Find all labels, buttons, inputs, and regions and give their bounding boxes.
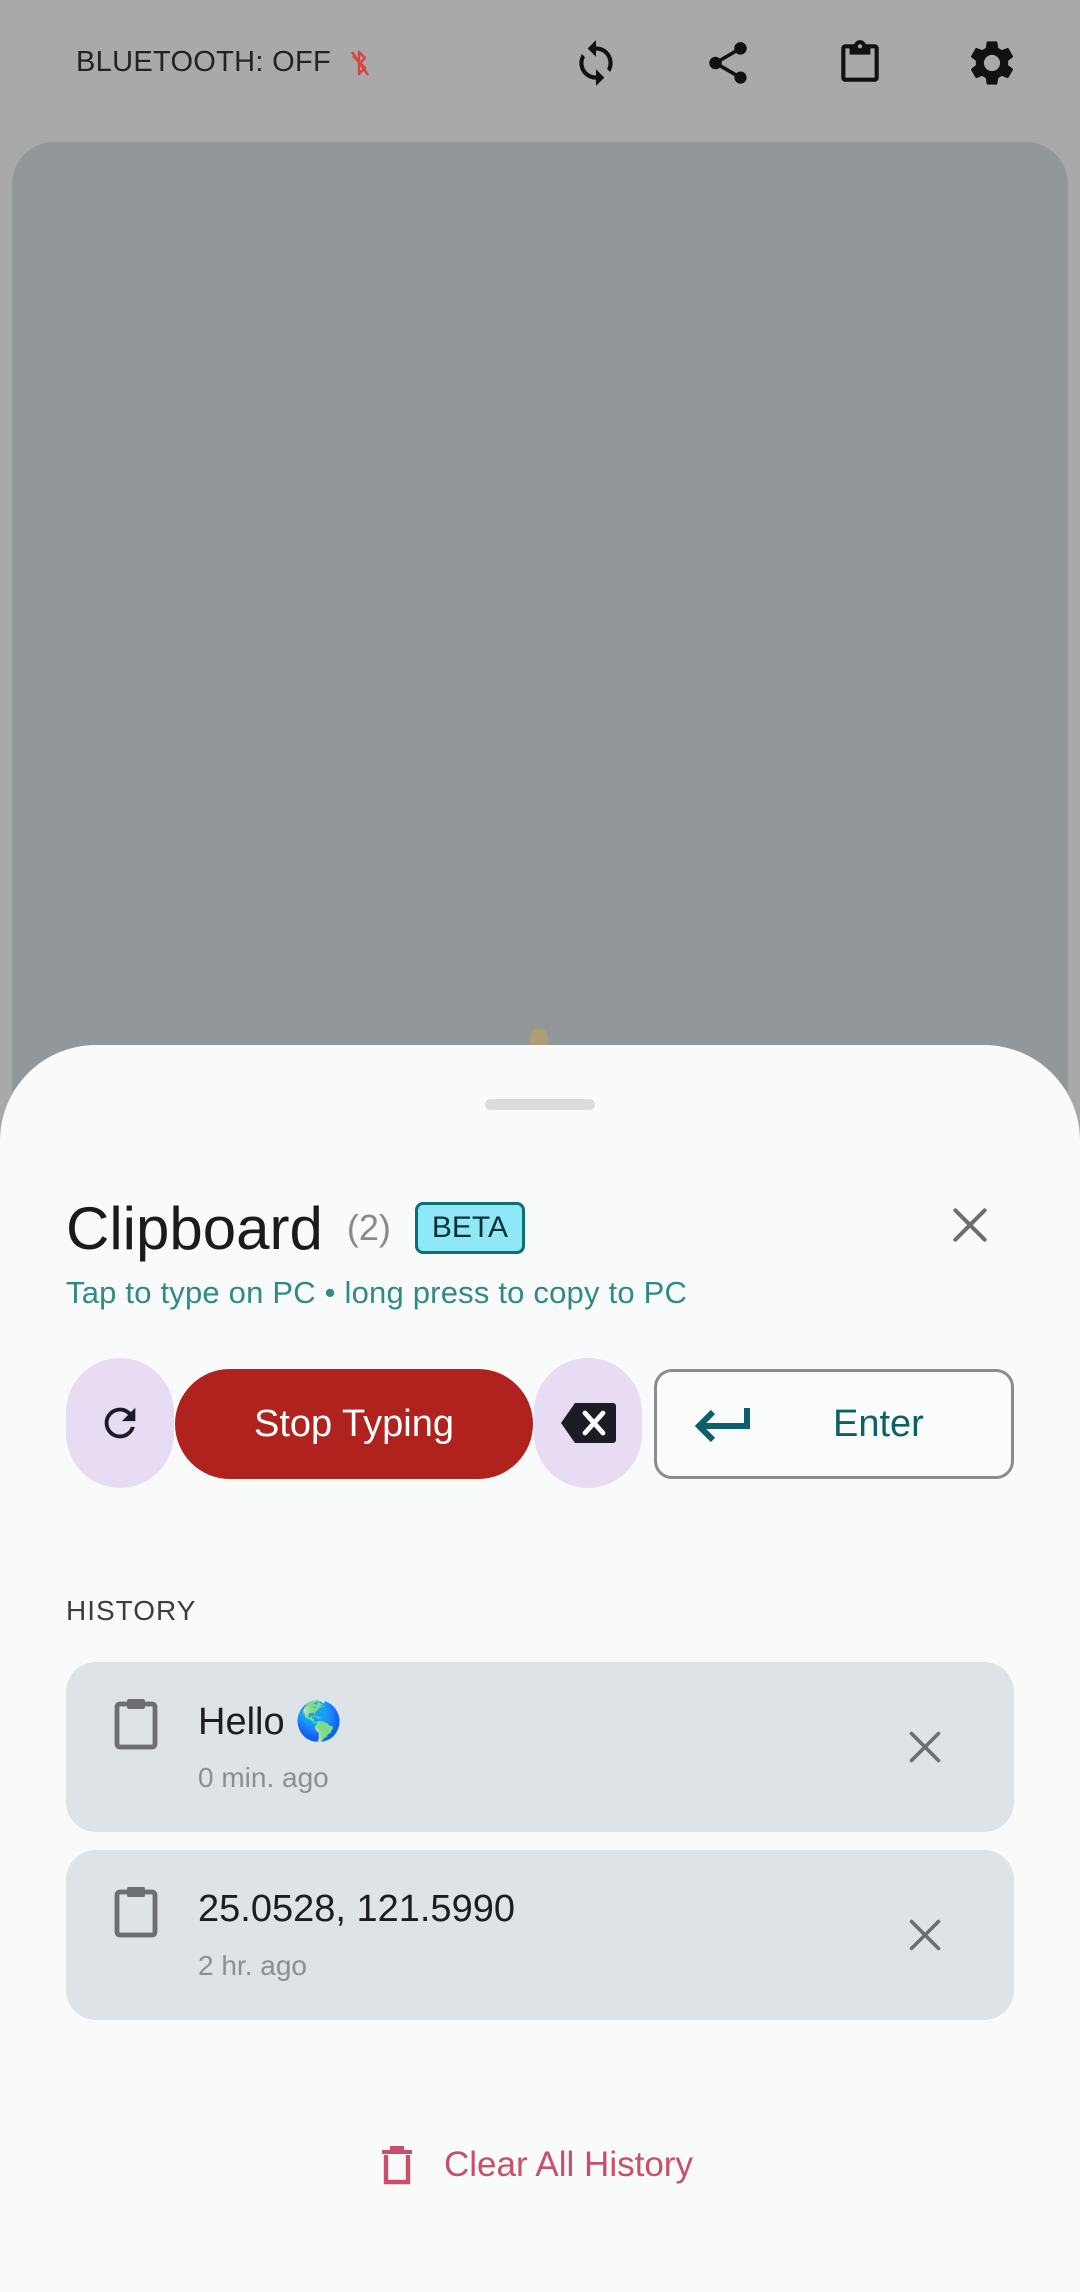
history-item-text: 25.0528, 121.5990	[198, 1888, 515, 1930]
close-button[interactable]	[940, 1195, 1000, 1255]
top-bar: BLUETOOTH: OFF	[0, 0, 1080, 130]
clipboard-sheet: Clipboard (2) BETA Tap to type on PC • l…	[0, 1045, 1080, 2292]
sync-icon[interactable]	[563, 30, 629, 96]
sheet-header: Clipboard (2) BETA	[66, 1188, 525, 1268]
sheet-drag-handle[interactable]	[485, 1099, 595, 1110]
refresh-button[interactable]	[66, 1358, 174, 1488]
history-heading: HISTORY	[66, 1595, 197, 1626]
sheet-subtitle: Tap to type on PC • long press to copy t…	[66, 1275, 688, 1310]
item-count: (2)	[346, 1207, 391, 1248]
history-item-time: 0 min. ago	[198, 1762, 329, 1793]
enter-button[interactable]: Enter	[654, 1369, 1014, 1479]
refresh-icon	[104, 1407, 136, 1439]
bluetooth-off-icon	[349, 48, 371, 78]
history-item[interactable]: 25.0528, 121.5990 2 hr. ago	[66, 1850, 1014, 2020]
history-item-text: Hello 🌎	[198, 1701, 343, 1743]
stop-typing-button[interactable]: Stop Typing	[175, 1369, 533, 1479]
delete-item-button[interactable]	[898, 1720, 952, 1774]
sheet-title: Clipboard	[66, 1194, 323, 1262]
history-item-time: 2 hr. ago	[198, 1950, 307, 1981]
enter-label: Enter	[833, 1402, 924, 1445]
beta-badge: BETA	[414, 1202, 525, 1254]
bluetooth-status: BLUETOOTH: OFF	[76, 46, 371, 79]
clear-all-history-button[interactable]: Clear All History	[380, 2135, 693, 2195]
share-icon[interactable]	[695, 30, 761, 96]
trash-icon	[382, 2146, 412, 2185]
touchpad-area[interactable]	[12, 142, 1068, 1142]
bluetooth-status-label: BLUETOOTH: OFF	[76, 46, 332, 78]
enter-icon	[694, 1408, 750, 1443]
screen: BLUETOOTH: OFF Clipboard (2) BETA Tap to…	[0, 0, 1080, 2292]
history-item[interactable]: Hello 🌎 0 min. ago	[66, 1662, 1014, 1832]
clipboard-icon	[114, 1887, 158, 1938]
delete-item-button[interactable]	[898, 1908, 952, 1962]
clipboard-icon[interactable]	[827, 30, 893, 96]
close-icon	[953, 1208, 987, 1242]
backspace-icon	[561, 1403, 616, 1443]
close-icon	[909, 1731, 941, 1763]
clipboard-icon	[114, 1699, 158, 1750]
clear-all-label: Clear All History	[444, 2145, 693, 2184]
gear-icon[interactable]	[959, 30, 1025, 96]
backspace-button[interactable]	[534, 1358, 642, 1488]
close-icon	[909, 1919, 941, 1951]
